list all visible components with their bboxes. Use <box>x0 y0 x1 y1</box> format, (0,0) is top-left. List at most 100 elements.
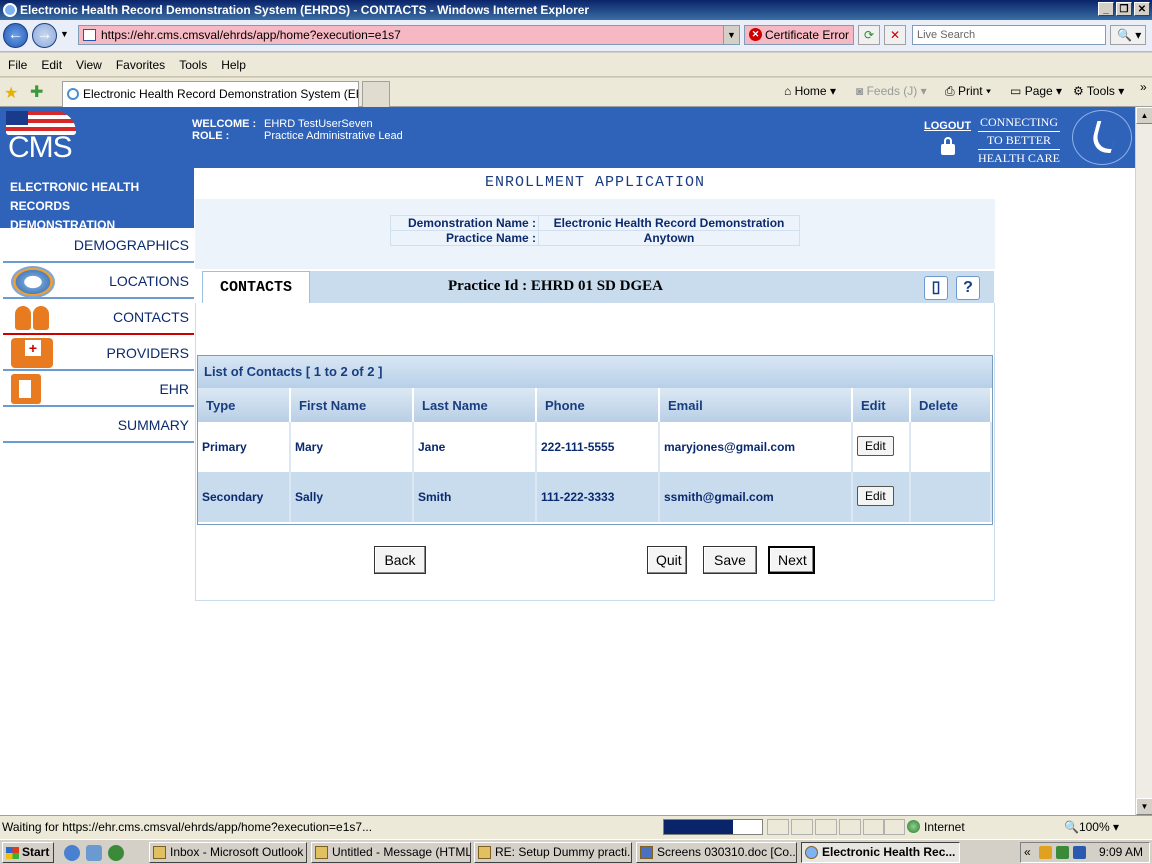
close-window-button[interactable]: ✕ <box>1134 2 1150 16</box>
demonstration-info: Demonstration Name : Electronic Health R… <box>195 199 995 269</box>
ie-quicklaunch-icon[interactable] <box>64 845 80 861</box>
new-tab-button[interactable] <box>362 81 390 107</box>
back-arrow-icon[interactable]: ← <box>3 23 28 48</box>
logout-link[interactable]: LOGOUT <box>924 120 971 132</box>
taskbar: Start Inbox - Microsoft Outlook Untitled… <box>0 839 1152 864</box>
minimize-button[interactable]: _ <box>1098 2 1114 16</box>
back-button[interactable]: Back <box>374 546 426 574</box>
address-toolbar: ← → ▼ https://ehr.cms.cmsval/ehrds/app/h… <box>0 20 1152 52</box>
menu-edit[interactable]: Edit <box>41 58 62 72</box>
desktop-quicklaunch-icon[interactable] <box>86 845 102 861</box>
sidebar-item-providers[interactable]: PROVIDERS <box>3 336 194 371</box>
refresh-icon[interactable]: ⟳ <box>858 25 880 45</box>
ambulance-icon <box>11 338 53 368</box>
home-button[interactable]: ⌂ Home ▾ <box>784 84 836 98</box>
cms-logo: CMS <box>6 111 78 165</box>
welcome-label: WELCOME : <box>192 118 257 130</box>
table-header-row: Type First Name Last Name Phone Email Ed… <box>198 388 992 422</box>
col-phone: Phone <box>536 388 660 422</box>
tab-ehrds[interactable]: Electronic Health Record Demonstration S… <box>62 81 359 107</box>
certificate-error-button[interactable]: ✕ Certificate Error <box>744 25 854 45</box>
task-email-reply[interactable]: RE: Setup Dummy practi... <box>474 842 632 863</box>
edit-button[interactable]: Edit <box>857 485 894 506</box>
next-button[interactable]: Next <box>768 546 815 574</box>
windows-logo-icon <box>6 847 19 859</box>
sidebar-item-summary[interactable]: SUMMARY <box>3 408 194 443</box>
stop-icon[interactable]: ✕ <box>884 25 906 45</box>
col-delete: Delete <box>910 388 992 422</box>
history-dropdown-icon[interactable]: ▼ <box>60 29 69 39</box>
tray-security-icon[interactable] <box>1073 846 1086 859</box>
loading-icon <box>67 88 79 100</box>
quit-button[interactable]: Quit <box>647 546 687 574</box>
forward-arrow-icon[interactable]: → <box>32 23 57 48</box>
menu-view[interactable]: View <box>76 58 102 72</box>
section-bar: CONTACTS Practice Id : EHRD 01 SD DGEA ▯… <box>202 271 994 303</box>
col-edit: Edit <box>852 388 911 422</box>
tray-expand-icon[interactable]: « <box>1024 843 1031 862</box>
vertical-scrollbar[interactable]: ▲ ▼ <box>1135 107 1152 815</box>
sidebar-item-contacts[interactable]: CONTACTS <box>3 300 194 335</box>
save-button[interactable]: Save <box>703 546 757 574</box>
system-tray: « 9:09 AM <box>1020 842 1150 863</box>
col-email: Email <box>659 388 853 422</box>
menu-file[interactable]: File <box>8 58 27 72</box>
help-icon[interactable]: ? <box>956 276 980 300</box>
table-row: Secondary Sally Smith 111-222-3333 ssmit… <box>198 472 992 522</box>
chevron-more-icon[interactable]: » <box>1140 80 1147 94</box>
people-icon <box>11 302 53 332</box>
demonstration-info-table: Demonstration Name : Electronic Health R… <box>390 215 800 246</box>
sidebar-item-ehr[interactable]: EHR <box>3 372 194 407</box>
restore-button[interactable]: ❐ <box>1116 2 1132 16</box>
scroll-up-icon[interactable]: ▲ <box>1136 107 1152 124</box>
search-input[interactable]: Live Search <box>912 25 1106 45</box>
tools-menu-button[interactable]: ⚙ Tools ▾ <box>1073 84 1124 98</box>
practice-name-value: Anytown <box>538 230 800 246</box>
home-icon: ⌂ <box>784 84 792 98</box>
practice-id: Practice Id : EHRD 01 SD DGEA <box>448 278 663 294</box>
scroll-down-icon[interactable]: ▼ <box>1136 798 1152 815</box>
task-word-doc[interactable]: Screens 030310.doc [Co... <box>636 842 797 863</box>
site-header: CMS WELCOME : EHRD TestUserSeven ROLE : Pr… <box>0 107 1135 168</box>
search-button[interactable]: 🔍 ▾ <box>1110 25 1146 45</box>
hhs-seal-icon <box>1072 110 1132 165</box>
envelope-icon <box>478 846 491 859</box>
tray-network-icon[interactable] <box>1056 846 1069 859</box>
menu-favorites[interactable]: Favorites <box>116 58 165 72</box>
task-ie[interactable]: Electronic Health Rec... <box>801 842 960 863</box>
menu-tools[interactable]: Tools <box>179 58 207 72</box>
user-role: Practice Administrative Lead <box>264 130 403 142</box>
status-text: Waiting for https://ehr.cms.cmsval/ehrds… <box>2 820 373 834</box>
favorites-star-icon[interactable]: ★ <box>4 83 18 103</box>
col-type: Type <box>198 388 291 422</box>
address-input[interactable]: https://ehr.cms.cmsval/ehrds/app/home?ex… <box>78 25 740 45</box>
user-name: EHRD TestUserSeven <box>264 118 373 130</box>
feeds-icon: ◙ <box>856 84 864 98</box>
tray-app-icon[interactable] <box>1039 846 1052 859</box>
gear-icon: ⚙ <box>1073 84 1084 98</box>
media-quicklaunch-icon[interactable] <box>108 845 124 861</box>
start-button[interactable]: Start <box>2 842 54 863</box>
tab-title: Electronic Health Record Demonstration S… <box>83 87 359 101</box>
page-menu-button[interactable]: ▭ Page ▾ <box>1010 84 1062 98</box>
zoom-button[interactable]: 🔍100% ▾ <box>1064 816 1119 838</box>
add-favorite-icon[interactable]: ✚ <box>30 82 43 102</box>
practice-name-label: Practice Name : <box>390 230 539 246</box>
print-button[interactable]: ⎙ Print ▾ <box>945 84 991 99</box>
address-dropdown-icon[interactable]: ▼ <box>723 26 739 44</box>
col-last-name: Last Name <box>413 388 537 422</box>
certificate-error-label: Certificate Error <box>765 28 850 42</box>
menu-help[interactable]: Help <box>221 58 246 72</box>
sidebar-item-locations[interactable]: LOCATIONS <box>3 264 194 299</box>
status-bar: Waiting for https://ehr.cms.cmsval/ehrds… <box>0 815 1152 839</box>
tab-contacts[interactable]: CONTACTS <box>202 271 310 303</box>
user-info: WELCOME : EHRD TestUserSeven ROLE : Practi… <box>192 118 403 142</box>
edit-button[interactable]: Edit <box>857 435 894 456</box>
sidebar-item-demographics[interactable]: DEMOGRAPHICS <box>3 228 194 263</box>
record-icon <box>11 374 41 404</box>
window-title-bar: Electronic Health Record Demonstration S… <box>0 0 1152 20</box>
feeds-button[interactable]: ◙ Feeds (J) ▾ <box>856 84 927 98</box>
task-outlook[interactable]: Inbox - Microsoft Outlook <box>149 842 307 863</box>
task-message[interactable]: Untitled - Message (HTML) <box>311 842 471 863</box>
copy-icon[interactable]: ▯ <box>924 276 948 300</box>
